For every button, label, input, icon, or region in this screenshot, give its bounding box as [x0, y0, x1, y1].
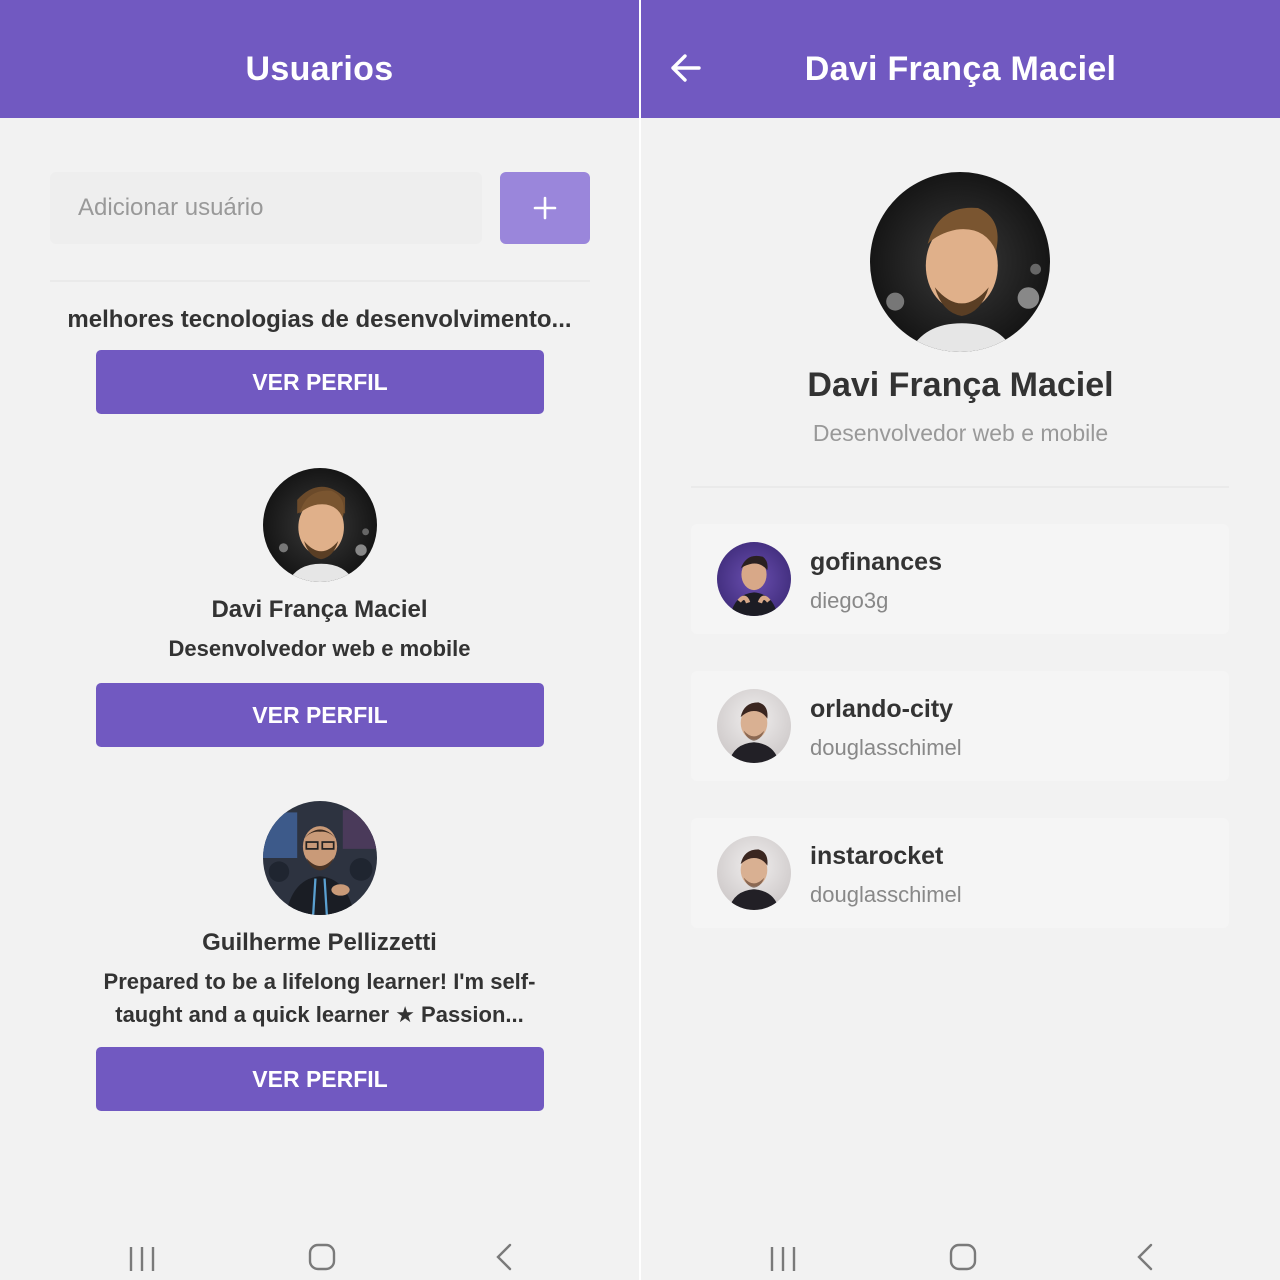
repo-name: gofinances — [810, 548, 942, 576]
repo-owner: douglasschimel — [810, 735, 962, 760]
owner-avatar — [717, 542, 791, 616]
user-bio: Desenvolvedor web e mobile — [168, 636, 471, 661]
avatar — [263, 468, 377, 582]
view-profile-button[interactable]: VER PERFIL — [96, 350, 544, 414]
repo-owner: douglasschimel — [810, 882, 962, 907]
android-nav-bar — [641, 1220, 1280, 1280]
divider — [691, 486, 1229, 488]
profile-bio: Desenvolvedor web e mobile — [812, 420, 1109, 446]
view-profile-button[interactable]: VER PERFIL — [96, 683, 544, 747]
user-bio: melhores tecnologias de desenvolvimento.… — [67, 306, 572, 333]
user-name: Guilherme Pellizzetti — [202, 929, 437, 956]
home-icon[interactable] — [308, 1242, 336, 1272]
page-title: Usuarios — [245, 50, 394, 88]
repo-name: instarocket — [810, 842, 944, 870]
recent-apps-icon[interactable] — [769, 1246, 797, 1272]
users-screen: ·· Usuarios melhores tecnologias de dese… — [0, 0, 639, 1280]
home-icon[interactable] — [949, 1242, 977, 1272]
add-user-button[interactable] — [500, 172, 590, 244]
profile-screen: ·· Davi França Maciel Davi França Maciel… — [641, 0, 1280, 1280]
avatar — [263, 801, 377, 915]
repo-card[interactable]: instarocket douglasschimel — [691, 818, 1229, 928]
add-user-input[interactable] — [50, 172, 482, 244]
status-time: ·· — [38, 0, 55, 8]
repo-name: orlando-city — [810, 695, 954, 723]
owner-avatar — [717, 689, 791, 763]
page-title: Davi França Maciel — [804, 50, 1117, 88]
avatar — [870, 172, 1050, 352]
user-bio: Prepared to be a lifelong learner! I'm s… — [103, 969, 536, 1027]
profile-name: Davi França Maciel — [807, 366, 1114, 404]
recent-apps-icon[interactable] — [128, 1246, 156, 1272]
back-icon[interactable] — [494, 1242, 514, 1272]
owner-avatar — [717, 836, 791, 910]
view-profile-button[interactable]: VER PERFIL — [96, 1047, 544, 1111]
repo-card[interactable]: gofinances diego3g — [691, 524, 1229, 634]
status-time: ·· — [679, 0, 696, 8]
app-header: ·· Davi França Maciel — [641, 0, 1280, 118]
back-icon[interactable] — [1135, 1242, 1155, 1272]
app-header: ·· Usuarios — [0, 0, 639, 118]
users-list[interactable]: melhores tecnologias de desenvolvimento.… — [0, 282, 639, 1222]
android-nav-bar — [0, 1220, 639, 1280]
status-bar: ·· — [641, 0, 1280, 10]
plus-icon — [533, 196, 557, 220]
repo-card[interactable]: orlando-city douglasschimel — [691, 671, 1229, 781]
user-name: Davi França Maciel — [211, 596, 428, 623]
repo-owner: diego3g — [810, 588, 889, 613]
status-bar: ·· — [0, 0, 639, 10]
